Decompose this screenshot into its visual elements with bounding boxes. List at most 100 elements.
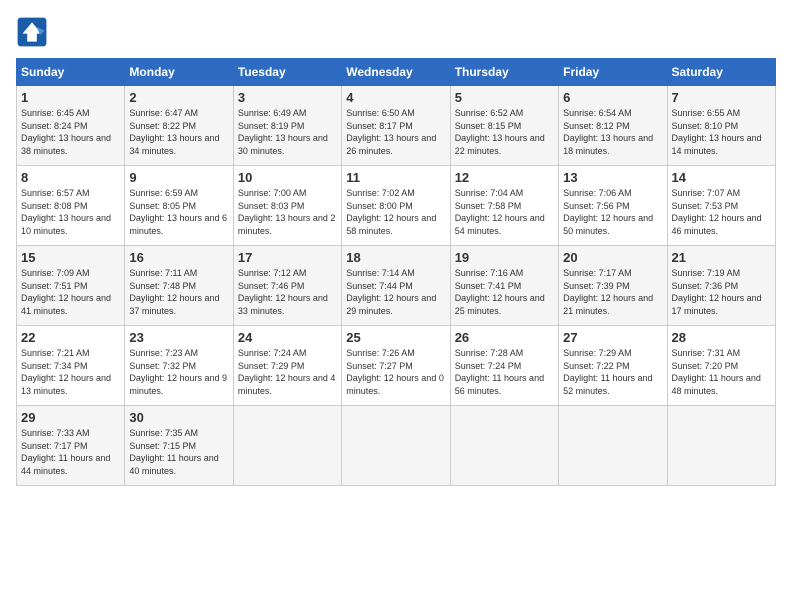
calendar-cell: 14 Sunrise: 7:07 AMSunset: 7:53 PMDayligh… <box>667 166 775 246</box>
calendar-cell: 7 Sunrise: 6:55 AMSunset: 8:10 PMDaylight… <box>667 86 775 166</box>
calendar-week-5: 29 Sunrise: 7:33 AMSunset: 7:17 PMDayligh… <box>17 406 776 486</box>
day-number: 14 <box>672 170 771 185</box>
day-info: Sunrise: 7:19 AMSunset: 7:36 PMDaylight:… <box>672 267 771 317</box>
day-info: Sunrise: 7:29 AMSunset: 7:22 PMDaylight:… <box>563 347 662 397</box>
calendar-cell: 17 Sunrise: 7:12 AMSunset: 7:46 PMDayligh… <box>233 246 341 326</box>
calendar-cell: 30 Sunrise: 7:35 AMSunset: 7:15 PMDayligh… <box>125 406 233 486</box>
calendar-cell: 10 Sunrise: 7:00 AMSunset: 8:03 PMDayligh… <box>233 166 341 246</box>
day-info: Sunrise: 7:31 AMSunset: 7:20 PMDaylight:… <box>672 347 771 397</box>
day-info: Sunrise: 7:24 AMSunset: 7:29 PMDaylight:… <box>238 347 337 397</box>
calendar-cell <box>450 406 558 486</box>
day-info: Sunrise: 7:11 AMSunset: 7:48 PMDaylight:… <box>129 267 228 317</box>
calendar-cell: 2Sunrise: 6:47 AMSunset: 8:22 PMDaylight… <box>125 86 233 166</box>
day-number: 17 <box>238 250 337 265</box>
calendar-cell: 3 Sunrise: 6:49 AMSunset: 8:19 PMDaylight… <box>233 86 341 166</box>
col-thursday: Thursday <box>450 59 558 86</box>
col-monday: Monday <box>125 59 233 86</box>
calendar-cell: 6Sunrise: 6:54 AMSunset: 8:12 PMDaylight… <box>559 86 667 166</box>
day-info: Sunrise: 7:06 AMSunset: 7:56 PMDaylight:… <box>563 187 662 237</box>
page-header <box>16 16 776 48</box>
calendar-cell: 28 Sunrise: 7:31 AMSunset: 7:20 PMDayligh… <box>667 326 775 406</box>
calendar-cell: 21 Sunrise: 7:19 AMSunset: 7:36 PMDayligh… <box>667 246 775 326</box>
col-tuesday: Tuesday <box>233 59 341 86</box>
calendar-cell <box>559 406 667 486</box>
day-info: Sunrise: 7:35 AMSunset: 7:15 PMDaylight:… <box>129 427 228 477</box>
day-info: Sunrise: 7:16 AMSunset: 7:41 PMDaylight:… <box>455 267 554 317</box>
logo <box>16 16 52 48</box>
day-info: Sunrise: 7:28 AMSunset: 7:24 PMDaylight:… <box>455 347 554 397</box>
day-number: 3 <box>238 90 337 105</box>
calendar-week-2: 8 Sunrise: 6:57 AMSunset: 8:08 PMDaylight… <box>17 166 776 246</box>
day-number: 4 <box>346 90 445 105</box>
day-number: 15 <box>21 250 120 265</box>
calendar-cell: 18 Sunrise: 7:14 AMSunset: 7:44 PMDayligh… <box>342 246 450 326</box>
day-number: 11 <box>346 170 445 185</box>
calendar-table: Sunday Monday Tuesday Wednesday Thursday… <box>16 58 776 486</box>
day-number: 27 <box>563 330 662 345</box>
calendar-cell <box>342 406 450 486</box>
day-number: 23 <box>129 330 228 345</box>
day-info: Sunrise: 7:33 AMSunset: 7:17 PMDaylight:… <box>21 427 120 477</box>
day-number: 28 <box>672 330 771 345</box>
calendar-cell: 19Sunrise: 7:16 AMSunset: 7:41 PMDayligh… <box>450 246 558 326</box>
day-number: 29 <box>21 410 120 425</box>
col-wednesday: Wednesday <box>342 59 450 86</box>
calendar-cell: 4 Sunrise: 6:50 AMSunset: 8:17 PMDaylight… <box>342 86 450 166</box>
day-number: 2 <box>129 90 228 105</box>
day-number: 24 <box>238 330 337 345</box>
day-info: Sunrise: 6:52 AMSunset: 8:15 PMDaylight:… <box>455 107 554 157</box>
col-friday: Friday <box>559 59 667 86</box>
day-info: Sunrise: 6:59 AMSunset: 8:05 PMDaylight:… <box>129 187 228 237</box>
col-sunday: Sunday <box>17 59 125 86</box>
calendar-cell: 12Sunrise: 7:04 AMSunset: 7:58 PMDayligh… <box>450 166 558 246</box>
day-info: Sunrise: 6:55 AMSunset: 8:10 PMDaylight:… <box>672 107 771 157</box>
calendar-cell: 22 Sunrise: 7:21 AMSunset: 7:34 PMDayligh… <box>17 326 125 406</box>
calendar-cell <box>667 406 775 486</box>
calendar-cell: 15Sunrise: 7:09 AMSunset: 7:51 PMDayligh… <box>17 246 125 326</box>
calendar-cell: 9 Sunrise: 6:59 AMSunset: 8:05 PMDaylight… <box>125 166 233 246</box>
day-number: 1 <box>21 90 120 105</box>
day-number: 16 <box>129 250 228 265</box>
day-number: 20 <box>563 250 662 265</box>
day-info: Sunrise: 6:49 AMSunset: 8:19 PMDaylight:… <box>238 107 337 157</box>
day-number: 6 <box>563 90 662 105</box>
day-info: Sunrise: 7:14 AMSunset: 7:44 PMDaylight:… <box>346 267 445 317</box>
day-number: 30 <box>129 410 228 425</box>
calendar-week-3: 15Sunrise: 7:09 AMSunset: 7:51 PMDayligh… <box>17 246 776 326</box>
calendar-cell: 24 Sunrise: 7:24 AMSunset: 7:29 PMDayligh… <box>233 326 341 406</box>
calendar-cell: 1 Sunrise: 6:45 AMSunset: 8:24 PMDaylight… <box>17 86 125 166</box>
day-number: 10 <box>238 170 337 185</box>
day-number: 18 <box>346 250 445 265</box>
day-number: 25 <box>346 330 445 345</box>
calendar-cell: 16 Sunrise: 7:11 AMSunset: 7:48 PMDayligh… <box>125 246 233 326</box>
calendar-cell: 13Sunrise: 7:06 AMSunset: 7:56 PMDayligh… <box>559 166 667 246</box>
calendar-cell: 25Sunrise: 7:26 AMSunset: 7:27 PMDayligh… <box>342 326 450 406</box>
calendar-cell: 11 Sunrise: 7:02 AMSunset: 8:00 PMDayligh… <box>342 166 450 246</box>
calendar-cell <box>233 406 341 486</box>
day-info: Sunrise: 6:57 AMSunset: 8:08 PMDaylight:… <box>21 187 120 237</box>
logo-icon <box>16 16 48 48</box>
calendar-cell: 29 Sunrise: 7:33 AMSunset: 7:17 PMDayligh… <box>17 406 125 486</box>
day-info: Sunrise: 7:17 AMSunset: 7:39 PMDaylight:… <box>563 267 662 317</box>
day-info: Sunrise: 6:50 AMSunset: 8:17 PMDaylight:… <box>346 107 445 157</box>
calendar-week-1: 1 Sunrise: 6:45 AMSunset: 8:24 PMDaylight… <box>17 86 776 166</box>
day-number: 9 <box>129 170 228 185</box>
day-info: Sunrise: 7:00 AMSunset: 8:03 PMDaylight:… <box>238 187 337 237</box>
day-info: Sunrise: 7:02 AMSunset: 8:00 PMDaylight:… <box>346 187 445 237</box>
calendar-cell: 23Sunrise: 7:23 AMSunset: 7:32 PMDayligh… <box>125 326 233 406</box>
day-number: 12 <box>455 170 554 185</box>
calendar-week-4: 22 Sunrise: 7:21 AMSunset: 7:34 PMDayligh… <box>17 326 776 406</box>
calendar-cell: 26 Sunrise: 7:28 AMSunset: 7:24 PMDayligh… <box>450 326 558 406</box>
day-number: 21 <box>672 250 771 265</box>
col-saturday: Saturday <box>667 59 775 86</box>
day-number: 8 <box>21 170 120 185</box>
day-number: 22 <box>21 330 120 345</box>
day-info: Sunrise: 7:07 AMSunset: 7:53 PMDaylight:… <box>672 187 771 237</box>
day-number: 26 <box>455 330 554 345</box>
day-info: Sunrise: 7:21 AMSunset: 7:34 PMDaylight:… <box>21 347 120 397</box>
day-info: Sunrise: 6:45 AMSunset: 8:24 PMDaylight:… <box>21 107 120 157</box>
day-number: 7 <box>672 90 771 105</box>
header-row: Sunday Monday Tuesday Wednesday Thursday… <box>17 59 776 86</box>
calendar-cell: 8 Sunrise: 6:57 AMSunset: 8:08 PMDaylight… <box>17 166 125 246</box>
day-info: Sunrise: 7:12 AMSunset: 7:46 PMDaylight:… <box>238 267 337 317</box>
